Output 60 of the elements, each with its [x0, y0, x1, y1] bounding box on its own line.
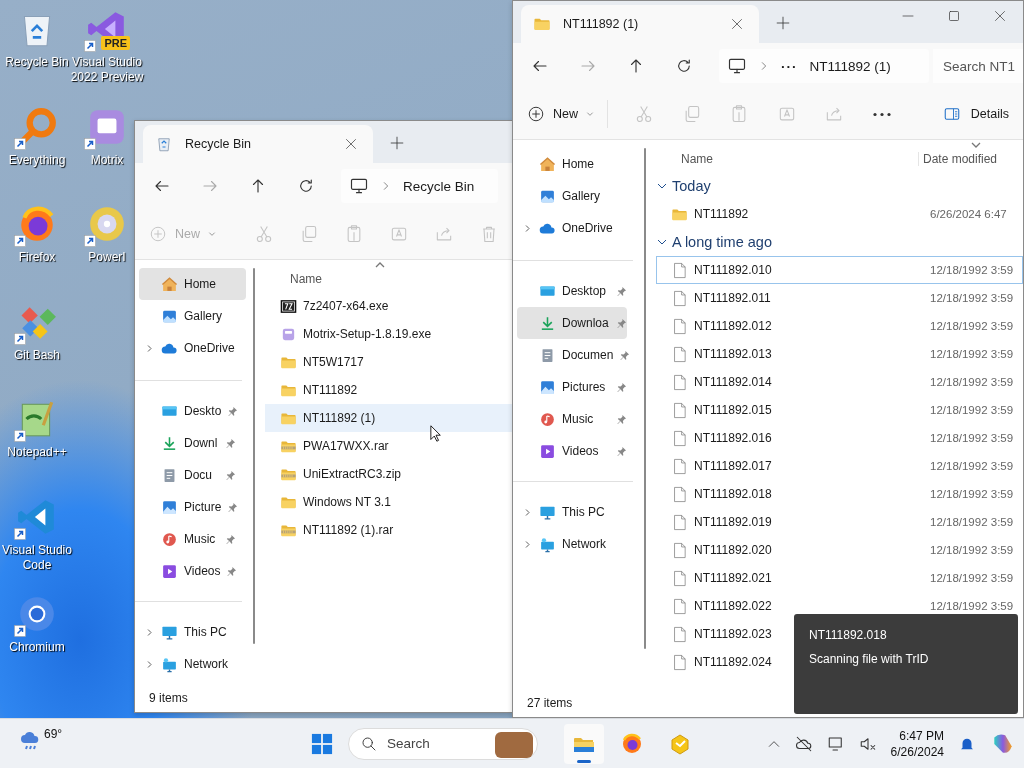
date-modified: 12/18/1992 3:59 [930, 432, 1015, 444]
date-modified: 12/18/1992 3:59 [930, 516, 1015, 528]
desktop-icon-label: Notepad++ [6, 445, 68, 460]
date-modified: 12/18/1992 3:59 [930, 460, 1015, 472]
file-name: NT111892.017 [694, 459, 772, 473]
date-modified: 12/18/1992 3:59 [930, 348, 1015, 360]
date-modified: 12/18/1992 3:59 [930, 320, 1015, 332]
file-name: NT111892.011 [694, 291, 771, 305]
file-name: NT111892 (1) [303, 411, 376, 425]
search-placeholder: Search NT1 [943, 58, 1016, 74]
date-modified: 12/18/1992 3:59 [930, 488, 1015, 500]
desktop-icon-label: Visual Studio Code [1, 542, 73, 573]
file-name: NT111892.021 [694, 571, 772, 585]
date-modified: 12/18/1992 3:59 [930, 600, 1015, 612]
file-name: NT111892.014 [694, 375, 772, 389]
file-name: NT111892.010 [694, 263, 772, 277]
file-name: NT111892 [303, 383, 358, 397]
desktop-icon-label: Everything [7, 152, 67, 168]
file-name: 7z2407-x64.exe [303, 299, 389, 313]
file-name: NT111892.012 [694, 319, 772, 333]
date-modified: 12/18/1992 3:59 [930, 376, 1015, 388]
file-name: Motrix-Setup-1.8.19.exe [303, 327, 432, 341]
date-modified: 12/18/1992 3:59 [930, 544, 1015, 556]
status-bar-text: 9 items [148, 690, 189, 707]
search-placeholder: Search [387, 736, 430, 751]
desktop-icon-label: Motrix [89, 152, 125, 168]
desktop-icon-label: Visual Studio 2022 Preview [70, 55, 144, 85]
file-name: NT111892.020 [694, 543, 772, 557]
file-name: PWA17WXX.rar [303, 439, 389, 453]
desktop-icon-label: Git Bash [13, 347, 61, 363]
file-name: NT111892.015 [694, 403, 772, 417]
file-name: NT111892.019 [694, 515, 772, 529]
tab-title: NT111892 (1) [563, 17, 640, 31]
preview-badge: PRE [101, 36, 130, 50]
date-modified: 12/18/1992 3:59 [930, 292, 1015, 304]
clock-date: 6/26/2024 [890, 744, 944, 759]
status-bar-text: 27 items [526, 695, 574, 712]
date-modified: 12/18/1992 3:59 [930, 404, 1015, 416]
desktop-icon-label: Recycle Bin [4, 55, 70, 70]
date-modified: 12/18/1992 3:59 [930, 572, 1015, 584]
date-modified: 6/26/2024 6:47 [930, 208, 1008, 220]
file-name: Windows NT 3.1 [303, 495, 391, 509]
file-name: NT111892 (1).rar [303, 523, 394, 537]
clock-time: 6:47 PM [899, 728, 944, 743]
file-name: NT111892.022 [694, 599, 772, 613]
file-name: UniExtractRC3.zip [303, 467, 402, 481]
toast-title: NT111892.018 [809, 628, 888, 642]
file-name: NT111892 [694, 207, 749, 221]
desktop-icon-label: Chromium [8, 640, 66, 655]
tab-title: Recycle Bin [185, 137, 252, 151]
file-name: NT111892.023 [694, 627, 772, 641]
toast-message: Scanning file with TrID [809, 652, 930, 666]
file-name: NT111892.013 [694, 347, 772, 361]
file-name: NT111892.024 [694, 655, 772, 669]
desktop-icon-label: PowerI [87, 250, 127, 265]
desktop-icon-label: Firefox [17, 250, 57, 265]
file-name: NT111892.018 [694, 487, 772, 501]
file-name: NT5W1717 [303, 355, 364, 369]
date-modified: 12/18/1992 3:59 [930, 264, 1015, 276]
file-name: NT111892.016 [694, 431, 772, 445]
